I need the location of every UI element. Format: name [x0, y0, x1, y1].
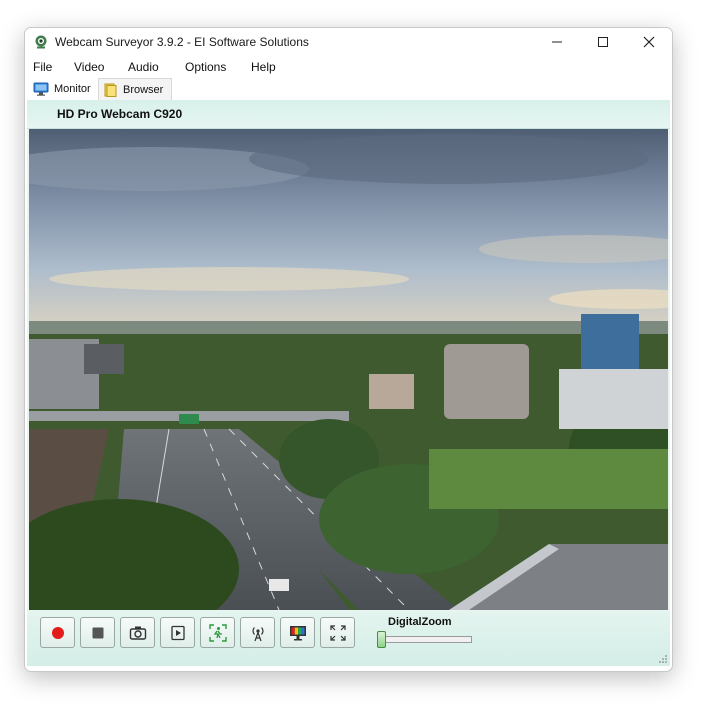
snapshot-button[interactable]: [120, 617, 155, 648]
minimize-icon: [552, 41, 562, 43]
resize-grip-icon[interactable]: [658, 654, 668, 664]
tab-browser-label: Browser: [123, 84, 164, 96]
motion-detection-button[interactable]: [200, 617, 235, 648]
webcam-app-icon: [35, 35, 47, 49]
record-icon: [51, 626, 64, 639]
tab-monitor-label: Monitor: [54, 83, 91, 95]
close-button[interactable]: [626, 28, 672, 56]
menu-bar: File Video Audio Options Help: [25, 57, 672, 77]
digital-zoom-label: DigitalZoom: [388, 616, 452, 628]
color-settings-button[interactable]: [280, 617, 315, 648]
minimize-button[interactable]: [534, 28, 580, 56]
digital-zoom-slider-track[interactable]: [382, 636, 472, 643]
tab-browser[interactable]: Browser: [98, 78, 172, 101]
menu-options[interactable]: Options: [185, 60, 226, 74]
color-bars-icon: [289, 625, 306, 640]
menu-file[interactable]: File: [33, 60, 52, 74]
menu-audio[interactable]: Audio: [128, 60, 159, 74]
window-title: Webcam Surveyor 3.9.2 - EI Software Solu…: [55, 35, 309, 49]
maximize-button[interactable]: [580, 28, 626, 56]
camera-name: HD Pro Webcam C920: [57, 107, 183, 121]
stop-icon: [92, 627, 103, 638]
fullscreen-icon: [329, 624, 346, 641]
webcam-video-feed[interactable]: [29, 129, 668, 610]
monitor-panel: HD Pro Webcam C920 DigitalZoom: [27, 100, 670, 666]
play-frame-icon: [170, 625, 185, 640]
motion-icon: [208, 623, 227, 642]
fullscreen-button[interactable]: [320, 617, 355, 648]
stop-button[interactable]: [80, 617, 115, 648]
broadcast-button[interactable]: [240, 617, 275, 648]
tab-monitor[interactable]: Monitor: [29, 78, 97, 100]
monitor-icon: [33, 82, 49, 96]
tab-strip: Monitor Browser: [25, 78, 672, 101]
control-bar: DigitalZoom: [27, 611, 670, 666]
folder-icon: [104, 83, 117, 97]
record-button[interactable]: [40, 617, 75, 648]
menu-video[interactable]: Video: [74, 60, 104, 74]
menu-help[interactable]: Help: [251, 60, 276, 74]
digital-zoom-slider-thumb[interactable]: [377, 631, 386, 648]
title-bar: Webcam Surveyor 3.9.2 - EI Software Solu…: [25, 28, 672, 56]
play-button[interactable]: [160, 617, 195, 648]
close-icon: [643, 36, 655, 48]
maximize-icon: [598, 37, 608, 47]
camera-icon: [129, 626, 146, 640]
app-window: Webcam Surveyor 3.9.2 - EI Software Solu…: [24, 27, 673, 672]
antenna-icon: [252, 626, 263, 641]
camera-header: HD Pro Webcam C920: [27, 100, 670, 129]
webcam-scene-image: [29, 129, 668, 610]
